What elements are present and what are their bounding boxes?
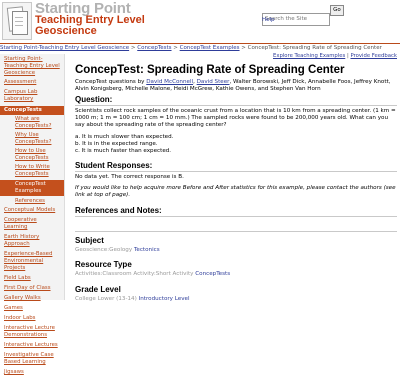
answer-option-c: c. It is much faster than expected.: [75, 148, 172, 154]
subject-heading: Subject: [75, 236, 104, 245]
sidebar-subitem-how-write[interactable]: How to Write ConcepTests: [0, 164, 64, 178]
sidebar-home-link[interactable]: Starting Point-Teaching Entry Level Geos…: [0, 54, 64, 79]
responses-note: If you would like to help acquire more B…: [75, 185, 396, 198]
divider: [75, 216, 397, 217]
author-link[interactable]: David Steer: [197, 79, 230, 85]
sidebar-item-lecture-demonstrations[interactable]: Interactive Lecture Demonstrations: [0, 325, 64, 339]
sidebar-item-conceptual-models[interactable]: Conceptual Models: [0, 207, 64, 214]
search-go-button[interactable]: Go: [330, 5, 344, 16]
sidebar-item-jigsaws[interactable]: Jigsaws: [0, 369, 64, 376]
explore-examples-link[interactable]: Explore Teaching Examples: [273, 53, 345, 59]
divider: [75, 105, 397, 106]
sidebar-item-interactive-lectures[interactable]: Interactive Lectures: [0, 342, 64, 349]
breadcrumb-separator: >: [241, 45, 246, 51]
page-title: ConcepTest: Spreading Rate of Spreading …: [75, 64, 345, 76]
resource-type-value[interactable]: ConcepTests: [195, 271, 230, 277]
sidebar-item-assessment[interactable]: Assessment: [0, 79, 64, 86]
provide-feedback-link[interactable]: Provide Feedback: [350, 53, 397, 59]
grade-level-category[interactable]: College Lower (13-14): [75, 296, 137, 302]
sidebar-subitem-what[interactable]: What are ConcepTests?: [0, 116, 64, 130]
sidebar-subitem-why[interactable]: Why Use ConcepTests?: [0, 132, 64, 146]
subject-value[interactable]: Tectonics: [134, 247, 160, 253]
sidebar-subitem-examples[interactable]: ConcepTest Examples: [0, 180, 64, 196]
breadcrumb: Starting Point-Teaching Entry Level Geos…: [0, 43, 400, 52]
sidebar-nav: Starting Point-Teaching Entry Level Geos…: [0, 54, 65, 375]
question-heading: Question:: [75, 95, 113, 104]
resource-type-tags: Activities:Classroom Activity:Short Acti…: [75, 271, 397, 278]
help-link[interactable]: Help: [262, 17, 275, 23]
references-heading: References and Notes:: [75, 206, 162, 215]
responses-heading: Student Responses:: [75, 161, 153, 170]
breadcrumb-separator: >: [173, 45, 178, 51]
question-text: Scientists collect rock samples of the o…: [75, 108, 396, 128]
sidebar-item-cooperative-learning[interactable]: Cooperative Learning: [0, 217, 64, 231]
divider: [75, 171, 397, 172]
sidebar-item-field-labs[interactable]: Field Labs: [0, 275, 64, 282]
breadcrumb-examples[interactable]: ConcepTest Examples: [180, 45, 240, 51]
author-link[interactable]: David McConnell: [146, 79, 193, 85]
sidebar-item-first-day[interactable]: First Day of Class: [0, 285, 64, 292]
sidebar-item-campus-lab[interactable]: Campus Lab Laboratory: [0, 89, 64, 103]
answer-option-a: a. It is much slower than expected.: [75, 134, 174, 140]
site-header: Starting Point Teaching Entry Level Geos…: [0, 0, 400, 41]
breadcrumb-current: ConcepTest: Spreading Rate of Spreading …: [247, 45, 382, 51]
tools-separator: |: [346, 53, 349, 59]
breadcrumb-conceptests[interactable]: ConcepTests: [137, 45, 171, 51]
breadcrumb-separator: >: [130, 45, 136, 51]
authors-line: ConcepTest questions by David McConnell,…: [75, 79, 391, 92]
divider: [75, 231, 397, 232]
sidebar-subitem-references[interactable]: References: [0, 198, 64, 205]
sidebar-item-earth-history[interactable]: Earth History Approach: [0, 234, 64, 248]
sidebar-item-gallery-walks[interactable]: Gallery Walks: [0, 295, 64, 302]
subject-category[interactable]: Geoscience:Geology: [75, 247, 132, 253]
resource-type-heading: Resource Type: [75, 260, 132, 269]
sidebar-item-conceptests[interactable]: ConcepTests: [0, 106, 64, 115]
grade-level-value[interactable]: Introductory Level: [139, 296, 190, 302]
site-logo-icon[interactable]: [2, 2, 32, 40]
resource-type-category[interactable]: Activities:Classroom Activity:Short Acti…: [75, 271, 193, 277]
answer-option-b: b. It is in the expected range.: [75, 141, 158, 147]
sidebar-item-environmental-projects[interactable]: Experience-Based Environmental Projects: [0, 251, 64, 272]
breadcrumb-home[interactable]: Starting Point-Teaching Entry Level Geos…: [0, 45, 129, 51]
sidebar-item-games[interactable]: Games: [0, 305, 64, 312]
grade-level-heading: Grade Level: [75, 285, 121, 294]
sidebar-subitem-how-use[interactable]: How to Use ConcepTests: [0, 148, 64, 162]
sidebar-item-indoor-labs[interactable]: Indoor Labs: [0, 315, 64, 322]
sidebar-item-case-based[interactable]: Investigative Case Based Learning: [0, 352, 64, 366]
subject-tags: Geoscience:Geology Tectonics: [75, 247, 397, 254]
responses-text: No data yet. The correct response is B.: [75, 174, 184, 180]
page-tools: Explore Teaching Examples | Provide Feed…: [273, 53, 397, 60]
site-subtitle: Teaching Entry Level Geoscience: [35, 14, 145, 37]
